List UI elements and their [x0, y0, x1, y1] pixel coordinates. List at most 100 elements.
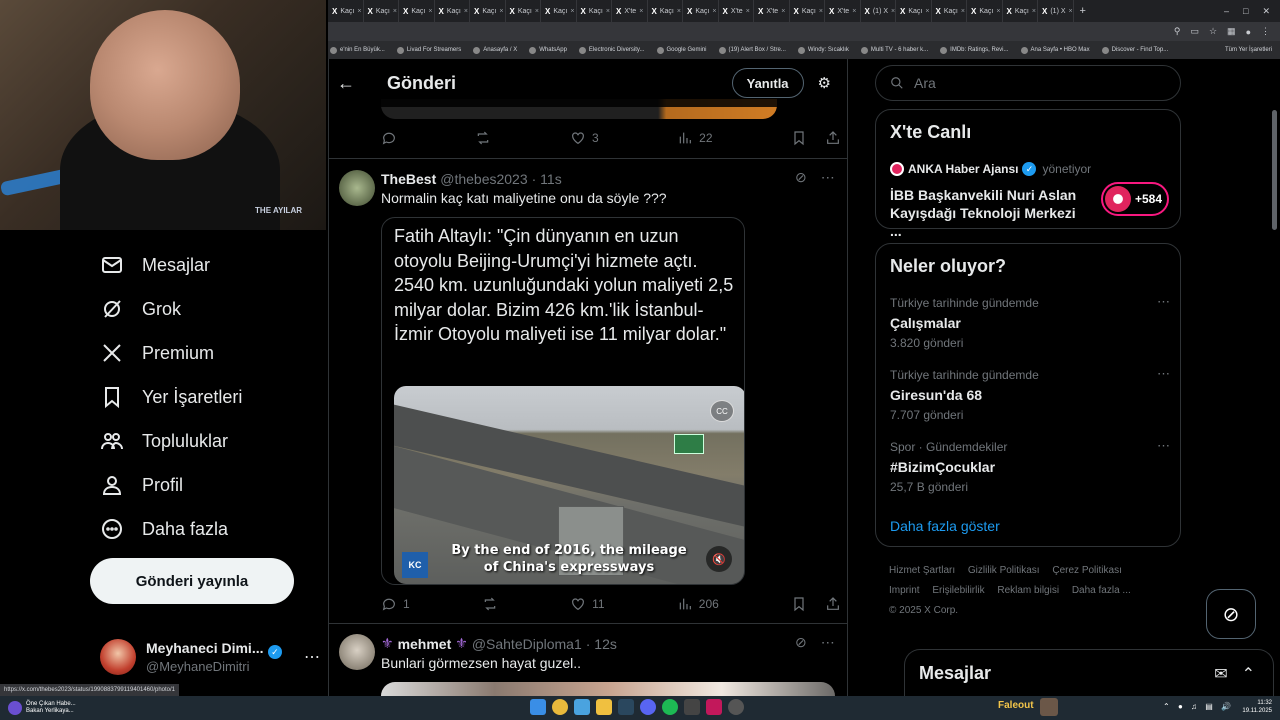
like-action[interactable]: 11 — [570, 596, 605, 612]
tweet-avatar[interactable] — [339, 634, 375, 670]
captions-icon[interactable]: CC — [710, 400, 734, 422]
bookmark-icon[interactable] — [791, 596, 807, 612]
browser-tab[interactable]: X X'te × — [612, 0, 648, 22]
video-player[interactable]: CC KC By the end of 2016, the mileage of… — [394, 386, 744, 584]
browser-tab[interactable]: X X'te × — [719, 0, 754, 22]
live-host-name[interactable]: ANKA Haber Ajansı — [908, 162, 1018, 176]
like-action[interactable]: 3 — [570, 130, 599, 146]
star-icon[interactable]: ☆ — [1209, 26, 1217, 37]
all-bookmarks-link[interactable]: Tüm Yer İşaretleri — [1225, 47, 1280, 53]
nav-messages[interactable]: Mesajlar — [100, 250, 210, 280]
footer-link[interactable]: Imprint — [889, 585, 920, 596]
close-icon[interactable]: × — [819, 8, 823, 15]
footer-link[interactable]: Çerez Politikası — [1052, 565, 1121, 576]
more-dots-icon[interactable]: ⋯ — [821, 169, 835, 186]
trend-item[interactable]: Spor · Gündemdekiler #BizimÇocuklar 25,7… — [890, 438, 1170, 494]
browser-tab[interactable]: X Kaçı × — [896, 0, 932, 22]
views-action[interactable]: 22 — [677, 130, 713, 146]
grok-icon[interactable]: ⊘ — [795, 169, 807, 186]
messages-drawer[interactable]: Mesajlar ✉ ⌃ — [904, 649, 1274, 697]
share-icon[interactable] — [825, 130, 841, 146]
bookmark-item[interactable]: Discover - Find Top... — [1101, 46, 1168, 54]
close-icon[interactable]: × — [781, 8, 785, 15]
app-icon[interactable] — [684, 699, 700, 715]
footer-link[interactable]: Gizlilik Politikası — [968, 565, 1040, 576]
show-more-link[interactable]: Daha fazla göster — [890, 518, 1000, 534]
tweet-author-name[interactable]: mehmet — [398, 636, 452, 652]
minimize-icon[interactable]: – — [1224, 6, 1229, 17]
close-icon[interactable]: × — [428, 8, 432, 15]
close-icon[interactable]: × — [961, 8, 965, 15]
close-icon[interactable]: × — [393, 8, 397, 15]
profile-icon[interactable]: ● — [1246, 27, 1251, 37]
more-dots-icon[interactable]: ⋯ — [304, 647, 320, 667]
zoom-icon[interactable]: ⚲ — [1174, 26, 1181, 37]
filters-icon[interactable]: ⚙ — [818, 74, 831, 92]
browser-tab[interactable]: X X'te × — [754, 0, 790, 22]
post-button[interactable]: Gönderi yayınla — [90, 558, 294, 604]
nav-bookmarks[interactable]: Yer İşaretleri — [100, 382, 242, 412]
tweet-author-handle[interactable]: @thebes2023 — [440, 171, 527, 187]
steam-icon[interactable] — [618, 699, 634, 715]
chrome-icon[interactable] — [552, 699, 568, 715]
expand-icon[interactable]: ⌃ — [1242, 664, 1255, 684]
live-listeners-badge[interactable]: +584 — [1101, 182, 1169, 216]
browser-tab[interactable]: X Kaçı × — [577, 0, 612, 22]
bookmark-item[interactable]: IMDb: Ratings, Revi... — [940, 46, 1009, 54]
stream-app-icon[interactable] — [706, 699, 722, 715]
bookmark-item[interactable]: Multi TV - 6 haber k... — [860, 46, 928, 54]
close-icon[interactable]: × — [852, 8, 856, 15]
tweet-media[interactable] — [381, 682, 835, 696]
bookmark-item[interactable]: Windy: Sıcaklık — [797, 46, 849, 54]
edge-icon[interactable] — [574, 699, 590, 715]
close-icon[interactable]: × — [746, 8, 750, 15]
bookmark-item[interactable]: Google Gemini — [656, 46, 707, 54]
close-icon[interactable]: × — [1069, 8, 1073, 15]
bookmark-item[interactable]: WhatsApp — [529, 46, 567, 54]
maximize-icon[interactable]: □ — [1243, 6, 1248, 17]
search-box[interactable]: Ara — [875, 65, 1181, 101]
browser-tab[interactable]: X (1) X × — [861, 0, 896, 22]
browser-tab[interactable]: X Kaçı × — [470, 0, 506, 22]
tweet-time[interactable]: · 11s — [532, 171, 562, 187]
browser-tab[interactable]: X Kaçı × — [506, 0, 541, 22]
bookmark-icon[interactable] — [791, 130, 807, 146]
more-dots-icon[interactable]: ⋯ — [1157, 438, 1170, 454]
new-tab-button[interactable]: + — [1074, 5, 1092, 17]
cast-icon[interactable]: ▭ — [1190, 26, 1199, 37]
obs-icon[interactable] — [728, 699, 744, 715]
trend-item[interactable]: Türkiye tarihinde gündemde Giresun'da 68… — [890, 366, 1170, 422]
browser-tab[interactable]: X Kaçı × — [932, 0, 967, 22]
nav-grok[interactable]: Grok — [100, 294, 181, 324]
system-tray[interactable]: ⌃ ● ♫ ▤ 🔊 — [1163, 702, 1234, 711]
browser-tab[interactable]: X Kaçı × — [364, 0, 399, 22]
browser-tab[interactable]: X Kaçı × — [435, 0, 470, 22]
back-arrow-icon[interactable]: ← — [337, 73, 373, 94]
bookmark-item[interactable]: Electronic Diversity... — [578, 46, 645, 54]
footer-link[interactable]: Hizmet Şartları — [889, 565, 955, 576]
folder-icon[interactable] — [596, 699, 612, 715]
close-icon[interactable]: × — [535, 8, 539, 15]
browser-tab[interactable]: X Kaçı × — [683, 0, 719, 22]
browser-tab[interactable]: X Kaçı × — [399, 0, 435, 22]
browser-tab[interactable]: X Kaçı × — [1003, 0, 1038, 22]
close-icon[interactable]: × — [677, 8, 681, 15]
nav-premium[interactable]: Premium — [100, 338, 214, 368]
repost-action[interactable] — [482, 596, 498, 612]
close-icon[interactable]: × — [891, 8, 895, 15]
start-icon[interactable] — [530, 699, 546, 715]
discord-icon[interactable] — [640, 699, 656, 715]
share-icon[interactable] — [825, 596, 841, 612]
trend-item[interactable]: Türkiye tarihinde gündemde Çalışmalar 3.… — [890, 294, 1170, 350]
bookmark-item[interactable]: Ana Sayfa • HBO Max — [1020, 46, 1090, 54]
browser-tab[interactable]: X Kaçı × — [790, 0, 825, 22]
footer-link[interactable]: Daha fazla ... — [1072, 585, 1131, 596]
grok-icon[interactable]: ⊘ — [795, 634, 807, 651]
browser-tab[interactable]: X Kaçı × — [328, 0, 364, 22]
close-icon[interactable]: × — [464, 8, 468, 15]
menu-icon[interactable]: ⋮ — [1261, 26, 1270, 37]
bookmark-item[interactable]: Livad For Streamers — [396, 46, 461, 54]
nav-more[interactable]: Daha fazla — [100, 514, 228, 544]
close-icon[interactable]: × — [499, 8, 503, 15]
news-widget[interactable]: Öne Çıkan Habe... Bakan Yerlikaya... — [0, 701, 76, 715]
